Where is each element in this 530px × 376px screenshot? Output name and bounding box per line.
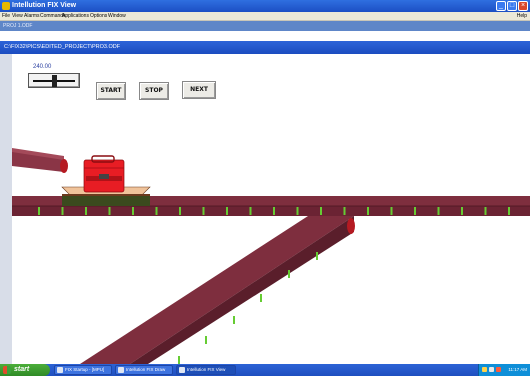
- fix-startup-icon: [57, 367, 63, 373]
- taskbar: start FIX Startup - [MPU] Intellution FI…: [0, 364, 530, 376]
- clock: 11:17 AM: [508, 367, 527, 372]
- main-conveyor-rollers: [38, 207, 510, 215]
- conveyor-roller: [38, 207, 40, 215]
- fix-view-icon: [179, 367, 185, 373]
- conveyor-roller: [178, 356, 180, 364]
- conveyor-roller: [320, 207, 322, 215]
- task-label: Intellution FIX Draw: [126, 367, 166, 372]
- fix-draw-icon: [118, 367, 124, 373]
- conveyor-roller: [390, 207, 393, 215]
- conveyor-roller: [226, 207, 228, 215]
- conveyor-roller: [260, 294, 262, 302]
- feed-conveyor-end-roller: [60, 159, 68, 173]
- tray-icon[interactable]: [496, 367, 501, 372]
- tray-icon[interactable]: [482, 367, 487, 372]
- conveyor-roller: [288, 270, 290, 278]
- task-fix-draw[interactable]: Intellution FIX Draw: [115, 365, 173, 375]
- conveyor-roller: [179, 207, 181, 215]
- conveyor-roller: [414, 207, 416, 215]
- task-fix-view[interactable]: Intellution FIX View: [176, 365, 236, 375]
- task-fix-startup[interactable]: FIX Startup - [MPU]: [54, 365, 112, 375]
- conveyor-roller: [484, 207, 487, 215]
- conveyor-roller: [205, 336, 207, 344]
- diagonal-conveyor-end-roller: [347, 218, 355, 234]
- conveyor-roller: [367, 207, 369, 215]
- conveyor-roller: [249, 207, 252, 215]
- conveyor-roller: [155, 207, 158, 215]
- conveyor-roller: [85, 207, 87, 215]
- task-label: Intellution FIX View: [187, 367, 226, 372]
- diagonal-conveyor: [80, 216, 355, 364]
- conveyor-roller: [508, 207, 510, 215]
- start-menu-button[interactable]: start: [0, 364, 50, 376]
- conveyor-roller: [61, 207, 64, 215]
- conveyor-roller: [316, 252, 318, 260]
- conveyor-roller: [108, 207, 111, 215]
- tray-icon[interactable]: [489, 367, 494, 372]
- conveyor-roller: [461, 207, 463, 215]
- system-tray: 11:17 AM: [478, 364, 530, 376]
- windows-flag-icon: [3, 366, 11, 374]
- feed-conveyor: [12, 148, 68, 173]
- task-label: FIX Startup - [MPU]: [65, 367, 105, 372]
- conveyor-roller: [273, 207, 275, 215]
- package-box: [83, 155, 125, 193]
- start-label: start: [14, 366, 30, 373]
- conveyor-roller: [437, 207, 440, 215]
- conveyor-roller: [132, 207, 134, 215]
- conveyor-roller: [233, 316, 235, 324]
- conveyor-scene: [12, 148, 530, 364]
- conveyor-roller: [202, 207, 205, 215]
- conveyor-roller: [343, 207, 346, 215]
- conveyor-roller: [296, 207, 299, 215]
